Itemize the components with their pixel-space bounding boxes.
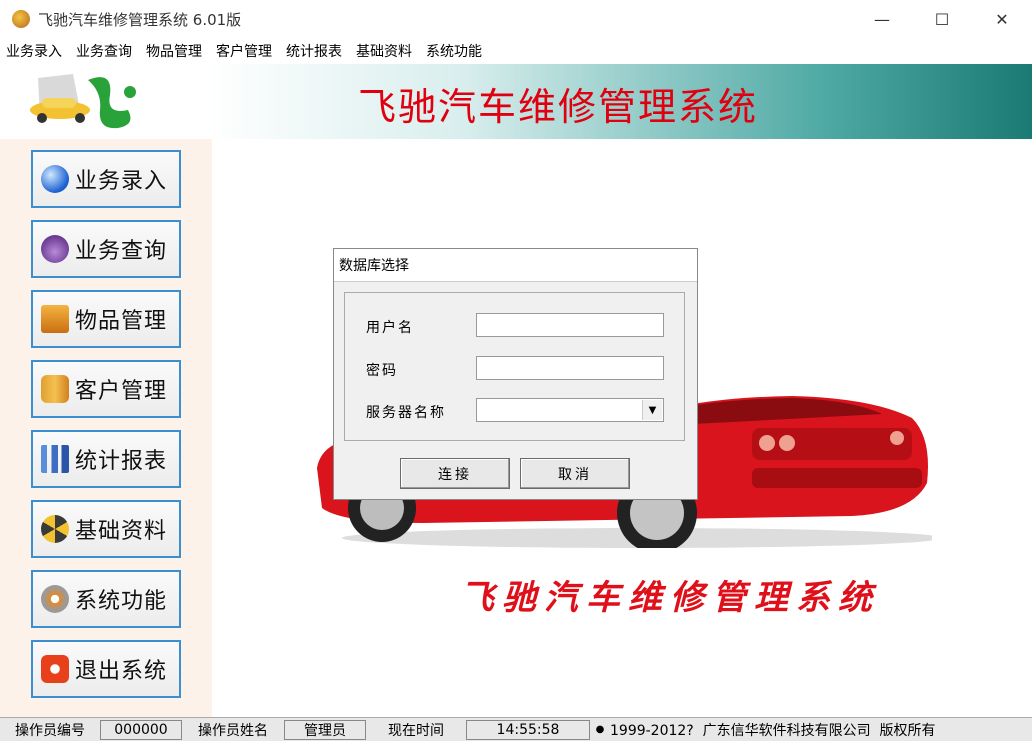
nav-system-button[interactable]: 系统功能 [31,570,181,628]
nav-label: 退出系统 [75,659,168,684]
connect-button[interactable]: 连接 [400,458,510,489]
operator-name-label: 操作员姓名 [198,722,268,739]
logo-image [30,74,136,129]
radiation-icon [41,515,69,543]
operator-id-label: 操作员编号 [15,722,85,739]
password-input[interactable] [476,356,664,380]
banner: 飞驰汽车维修管理系统 [0,64,1032,139]
nav-label: 统计报表 [75,449,168,474]
app-icon [12,10,30,28]
menu-basic-data[interactable]: 基础资料 [356,41,412,61]
username-input[interactable] [476,313,664,337]
cancel-button[interactable]: 取消 [520,458,630,489]
circle-icon: ● [595,724,605,735]
gear-icon [41,585,69,613]
people-icon [41,375,69,403]
bar-chart-icon [41,445,69,473]
database-dialog: 数据库选择 用户名 密码 服务器名称 ▼ 连接 取消 [333,248,698,500]
box-icon [41,305,69,333]
maximize-button[interactable]: ☐ [912,0,972,38]
nav-business-query-button[interactable]: 业务查询 [31,220,181,278]
menu-business-query[interactable]: 业务查询 [76,41,132,61]
menu-business-entry[interactable]: 业务录入 [6,41,62,61]
minimize-button[interactable]: — [852,0,912,38]
nav-label: 客户管理 [75,379,168,404]
nav-business-entry-button[interactable]: 业务录入 [31,150,181,208]
power-icon [41,655,69,683]
dialog-title: 数据库选择 [334,249,697,282]
window-title: 飞驰汽车维修管理系统 6.01版 [38,10,242,29]
login-groupbox: 用户名 密码 服务器名称 ▼ [344,292,685,441]
username-label: 用户名 [366,320,414,336]
nav-label: 业务录入 [75,169,168,194]
nav-label: 基础资料 [75,519,168,544]
server-label: 服务器名称 [366,405,446,421]
nav-item-management-button[interactable]: 物品管理 [31,290,181,348]
nav-label: 物品管理 [75,309,168,334]
server-combobox[interactable]: ▼ [476,398,664,422]
nav-exit-button[interactable]: 退出系统 [31,640,181,698]
menu-system[interactable]: 系统功能 [426,41,482,61]
time-value: 14:55:58 [466,719,590,740]
banner-title: 飞驰汽车维修管理系统 [358,85,759,129]
globe-icon [41,165,69,193]
status-bar: 操作员编号 000000 操作员姓名 管理员 现在时间 14:55:58 ● 1… [0,717,1032,741]
nav-customer-management-button[interactable]: 客户管理 [31,360,181,418]
menu-item-management[interactable]: 物品管理 [146,41,202,61]
menu-bar: 业务录入 业务查询 物品管理 客户管理 统计报表 基础资料 系统功能 [0,38,1032,64]
sidebar: 业务录入 业务查询 物品管理 客户管理 统计报表 基础资料 系统功能 退出系统 [0,139,212,717]
close-button[interactable]: ✕ [972,0,1032,38]
nav-statistics-button[interactable]: 统计报表 [31,430,181,488]
magnifier-icon [41,235,69,263]
chevron-down-icon[interactable]: ▼ [642,400,662,420]
time-label: 现在时间 [388,722,444,739]
slogan-text: 飞驰汽车维修管理系统 [460,578,880,618]
menu-statistics[interactable]: 统计报表 [286,41,342,61]
password-label: 密码 [366,363,398,379]
operator-name-value: 管理员 [284,719,366,740]
nav-label: 业务查询 [75,239,168,264]
title-bar: 飞驰汽车维修管理系统 6.01版 — ☐ ✕ [0,0,1032,38]
nav-basic-data-button[interactable]: 基础资料 [31,500,181,558]
menu-customer-management[interactable]: 客户管理 [216,41,272,61]
nav-label: 系统功能 [75,589,168,614]
operator-id-value: 000000 [100,719,182,740]
copyright-text: 1999-2012? 广东信华软件科技有限公司 版权所有 [610,722,936,739]
